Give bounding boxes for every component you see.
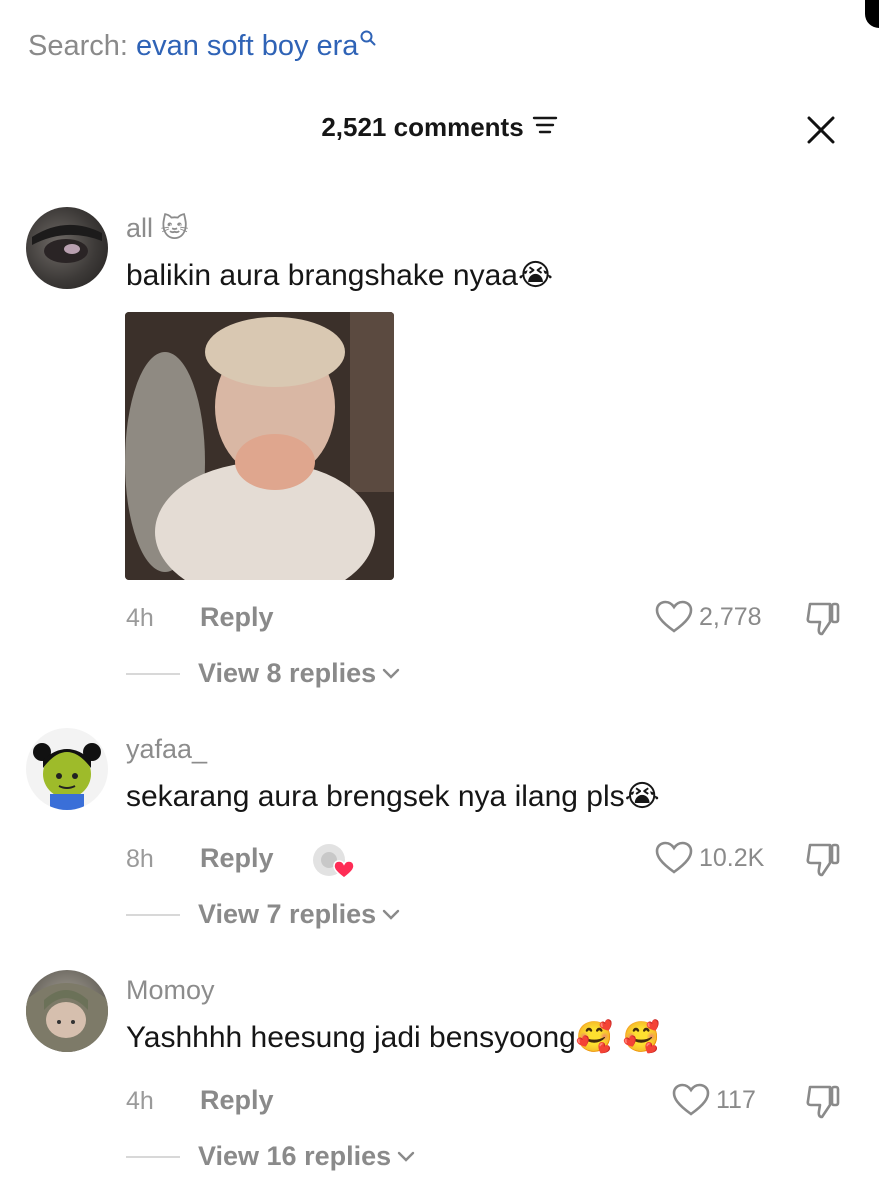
comments-header: 2,521 comments	[0, 112, 879, 152]
dislike-icon[interactable]	[804, 841, 842, 884]
like-button[interactable]: 10.2K	[655, 841, 764, 875]
reply-button[interactable]: Reply	[200, 843, 274, 874]
search-icon[interactable]	[360, 21, 376, 54]
username[interactable]: Momoy	[126, 975, 215, 1006]
reply-button[interactable]: Reply	[200, 602, 274, 633]
search-bar[interactable]: Search: evan soft boy era	[28, 26, 376, 66]
heart-icon[interactable]	[655, 600, 693, 634]
sheet-corner	[865, 0, 879, 28]
smiling-hearts-emoji: 🥰 🥰	[575, 1020, 661, 1055]
chevron-down-icon	[382, 909, 400, 920]
cat-emoji: 🐱	[160, 213, 189, 244]
search-query[interactable]: evan soft boy era	[136, 30, 358, 63]
comment-image[interactable]	[125, 312, 394, 580]
like-button[interactable]: 2,778	[655, 600, 762, 634]
comment-time: 4h	[126, 604, 154, 632]
view-replies-button[interactable]: View 8 replies	[126, 658, 400, 689]
username[interactable]: all 🐱	[126, 213, 189, 244]
crying-emoji: 😭	[624, 779, 660, 814]
dislike-icon[interactable]	[804, 1083, 842, 1126]
search-label: Search:	[28, 29, 128, 62]
comment-text: Yashhhh heesung jadi bensyoong🥰 🥰	[126, 1020, 661, 1055]
like-count: 117	[716, 1085, 756, 1114]
comment-time: 8h	[126, 845, 154, 873]
comment-text: balikin aura brangshake nyaa😭	[126, 258, 553, 293]
comment-count: 2,521 comments	[321, 112, 524, 142]
crying-emoji: 😭	[517, 258, 553, 293]
divider	[126, 913, 180, 916]
like-button[interactable]: 117	[672, 1083, 756, 1117]
heart-icon[interactable]	[672, 1083, 710, 1117]
sort-icon[interactable]	[532, 112, 558, 143]
chevron-down-icon	[382, 668, 400, 679]
like-count: 2,778	[699, 602, 762, 631]
avatar[interactable]	[26, 970, 108, 1052]
reply-button[interactable]: Reply	[200, 1085, 274, 1116]
like-count: 10.2K	[699, 843, 765, 872]
comment-time: 4h	[126, 1087, 154, 1115]
divider	[126, 1155, 180, 1158]
avatar[interactable]	[26, 207, 108, 289]
view-replies-button[interactable]: View 16 replies	[126, 1141, 415, 1172]
username[interactable]: yafaa_	[126, 734, 207, 765]
view-replies-button[interactable]: View 7 replies	[126, 899, 400, 930]
heart-icon[interactable]	[655, 841, 693, 875]
avatar[interactable]	[26, 728, 108, 810]
divider	[126, 672, 180, 675]
dislike-icon[interactable]	[804, 600, 842, 643]
creator-liked-badge	[312, 842, 355, 885]
chevron-down-icon	[397, 1151, 415, 1162]
close-icon[interactable]	[805, 114, 837, 151]
comment-text: sekarang aura brengsek nya ilang pls😭	[126, 779, 660, 814]
